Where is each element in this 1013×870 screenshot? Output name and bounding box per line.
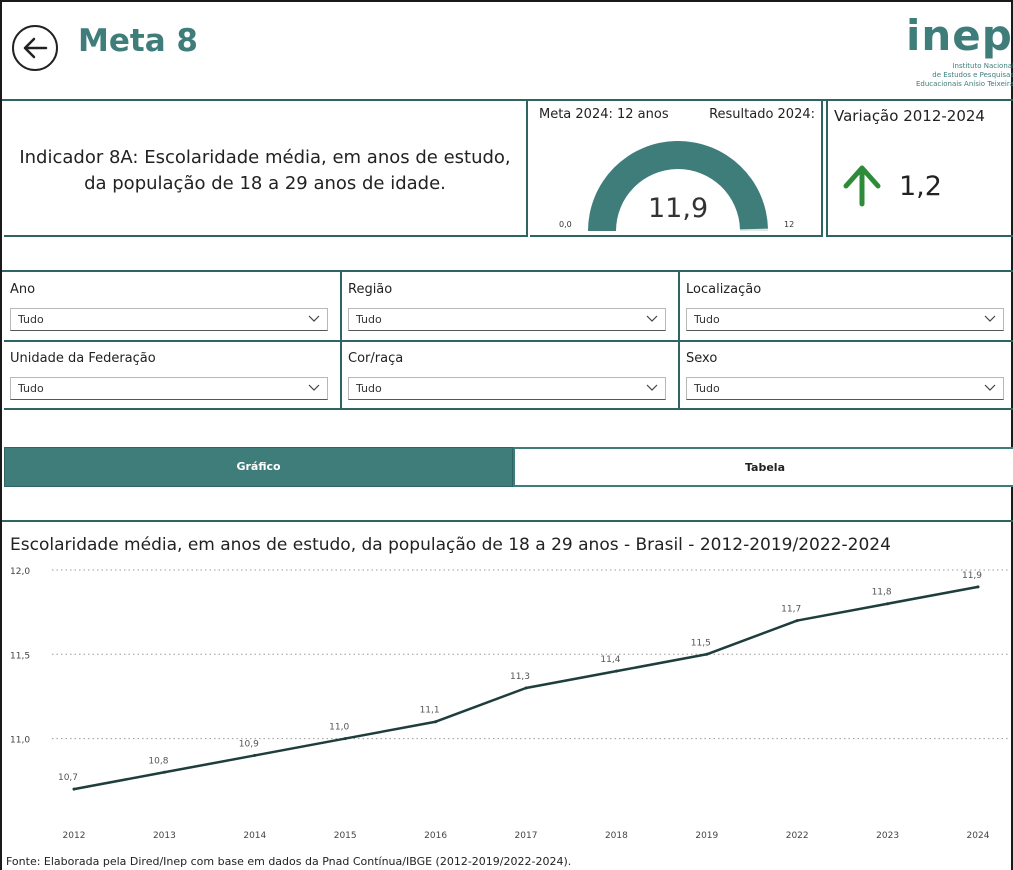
data-label: 11,3 bbox=[510, 672, 530, 682]
filter-ano: Ano Tudo bbox=[4, 272, 340, 339]
filter-regiao: Região Tudo bbox=[342, 272, 678, 339]
select-value: Tudo bbox=[694, 382, 720, 395]
ano-select[interactable]: Tudo bbox=[10, 308, 328, 331]
select-value: Tudo bbox=[356, 313, 382, 326]
indicator-text: Indicador 8A: Escolaridade média, em ano… bbox=[19, 147, 511, 194]
gauge-result-label: Resultado 2024: bbox=[709, 107, 815, 122]
data-label: 10,9 bbox=[239, 739, 259, 749]
x-tick-label: 2019 bbox=[695, 831, 718, 841]
gauge-min-label: 0,0 bbox=[559, 220, 572, 229]
filter-label: Ano bbox=[10, 282, 36, 297]
data-point bbox=[886, 602, 890, 606]
data-label: 10,8 bbox=[148, 756, 168, 766]
chevron-down-icon bbox=[308, 315, 320, 322]
data-label: 11,5 bbox=[691, 638, 711, 648]
variation-value: 1,2 bbox=[899, 171, 942, 202]
chevron-down-icon bbox=[646, 315, 658, 322]
select-value: Tudo bbox=[694, 313, 720, 326]
data-point bbox=[434, 720, 438, 724]
filter-localizacao: Localização Tudo bbox=[680, 272, 1013, 339]
localizacao-select[interactable]: Tudo bbox=[686, 308, 1004, 331]
x-tick-label: 2023 bbox=[876, 831, 899, 841]
arrow-up-icon bbox=[843, 165, 881, 207]
x-tick-label: 2014 bbox=[243, 831, 266, 841]
filter-label: Unidade da Federação bbox=[10, 351, 156, 366]
x-tick-label: 2018 bbox=[605, 831, 628, 841]
sexo-select[interactable]: Tudo bbox=[686, 377, 1004, 400]
x-tick-label: 2017 bbox=[515, 831, 538, 841]
data-label: 11,9 bbox=[962, 571, 982, 581]
chevron-down-icon bbox=[308, 384, 320, 391]
logo-line: Instituto Nacional bbox=[952, 62, 1013, 70]
chart-divider bbox=[2, 520, 1013, 522]
filter-uf: Unidade da Federação Tudo bbox=[4, 341, 340, 408]
filter-label: Cor/raça bbox=[348, 351, 404, 366]
chevron-down-icon bbox=[646, 384, 658, 391]
tab-grafico[interactable]: Gráfico bbox=[4, 447, 513, 487]
y-tick-label: 11,5 bbox=[10, 651, 30, 661]
data-point bbox=[343, 737, 347, 741]
x-tick-label: 2012 bbox=[63, 831, 86, 841]
data-point bbox=[705, 652, 709, 656]
logo-line: Educacionais Anísio Teixeira bbox=[915, 80, 1013, 88]
tab-tabela[interactable]: Tabela bbox=[513, 447, 1013, 487]
filter-sexo: Sexo Tudo bbox=[680, 341, 1013, 408]
gauge-max-label: 12 bbox=[784, 220, 795, 229]
filter-label: Localização bbox=[686, 282, 762, 297]
data-label: 10,7 bbox=[58, 773, 78, 783]
variation-title: Variação 2012-2024 bbox=[834, 107, 985, 125]
gauge-meta-label: Meta 2024: 12 anos bbox=[539, 107, 669, 122]
data-point bbox=[795, 619, 799, 623]
data-label: 11,7 bbox=[781, 605, 801, 615]
x-tick-label: 2013 bbox=[153, 831, 176, 841]
data-label: 11,1 bbox=[420, 706, 440, 716]
chart-title: Escolaridade média, em anos de estudo, d… bbox=[10, 535, 891, 555]
indicator-card: Indicador 8A: Escolaridade média, em ano… bbox=[4, 101, 528, 237]
x-tick-label: 2022 bbox=[786, 831, 809, 841]
data-point bbox=[614, 669, 618, 673]
cor-raca-select[interactable]: Tudo bbox=[348, 377, 666, 400]
data-point bbox=[162, 770, 166, 774]
back-button[interactable] bbox=[12, 25, 58, 71]
line-chart: 12,0 11,5 11,0 10,7 2012 10,8 2013 10,9 2014 11,0… bbox=[10, 567, 1008, 841]
chevron-down-icon bbox=[984, 315, 996, 322]
data-point bbox=[72, 787, 76, 791]
x-tick-label: 2024 bbox=[967, 831, 990, 841]
data-label: 11,8 bbox=[872, 588, 892, 598]
select-value: Tudo bbox=[18, 313, 44, 326]
variation-card: Variação 2012-2024 1,2 bbox=[826, 101, 1013, 237]
logo-line: de Estudos e Pesquisas bbox=[932, 71, 1013, 79]
x-tick-label: 2016 bbox=[424, 831, 447, 841]
filter-divider bbox=[4, 408, 1013, 410]
filter-cor-raca: Cor/raça Tudo bbox=[342, 341, 678, 408]
y-tick-label: 12,0 bbox=[10, 567, 30, 577]
regiao-select[interactable]: Tudo bbox=[348, 308, 666, 331]
inep-logo: inep Instituto Nacional de Estudos e Pes… bbox=[898, 12, 1013, 98]
uf-select[interactable]: Tudo bbox=[10, 377, 328, 400]
logo-subtitle: Instituto Nacional de Estudos e Pesquisa… bbox=[898, 62, 1013, 89]
filter-label: Região bbox=[348, 282, 393, 297]
data-point bbox=[524, 686, 528, 690]
x-tick-label: 2015 bbox=[334, 831, 357, 841]
header: Meta 8 inep Instituto Nacional de Estudo… bbox=[2, 2, 1013, 99]
chevron-down-icon bbox=[984, 384, 996, 391]
data-point bbox=[253, 753, 257, 757]
filter-label: Sexo bbox=[686, 351, 718, 366]
filter-divider bbox=[4, 340, 1013, 342]
y-tick-label: 11,0 bbox=[10, 736, 30, 746]
data-label: 11,0 bbox=[329, 723, 349, 733]
logo-mark: inep bbox=[906, 11, 1013, 60]
source-note: Fonte: Elaborada pela Dired/Inep com bas… bbox=[6, 855, 572, 868]
page-title: Meta 8 bbox=[78, 23, 198, 59]
gauge-value: 11,9 bbox=[648, 193, 709, 224]
data-point bbox=[976, 585, 980, 589]
select-value: Tudo bbox=[18, 382, 44, 395]
data-label: 11,4 bbox=[600, 655, 620, 665]
select-value: Tudo bbox=[356, 382, 382, 395]
arrow-left-icon bbox=[23, 37, 48, 59]
gauge-card: Meta 2024: 12 anos Resultado 2024: 0,0 1… bbox=[530, 101, 823, 237]
